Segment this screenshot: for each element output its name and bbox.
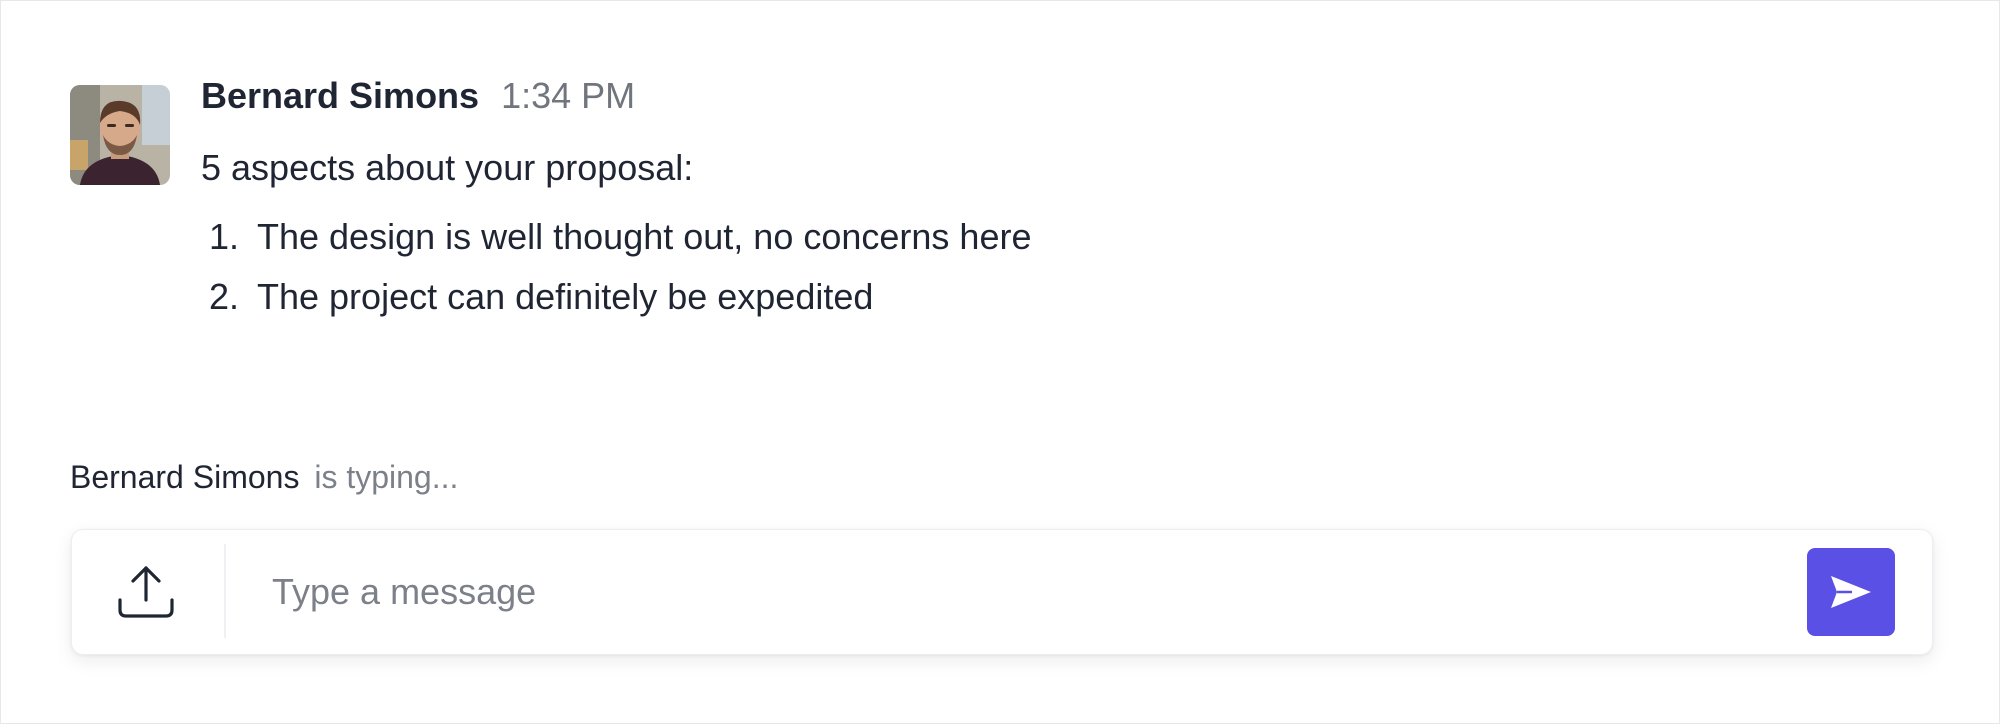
message-timestamp: 1:34 PM [501, 75, 636, 116]
message-composer [71, 529, 1933, 655]
typing-indicator: Bernard Simons is typing... [70, 459, 458, 496]
upload-icon [118, 566, 174, 618]
send-button[interactable] [1807, 548, 1895, 636]
person-avatar-icon [70, 85, 170, 185]
list-item: 1. The design is well thought out, no co… [209, 213, 1031, 273]
list-item-text: The project can definitely be expedited [257, 276, 874, 317]
message-header: Bernard Simons 1:34 PM [201, 75, 635, 125]
typing-user-name: Bernard Simons [70, 459, 300, 495]
upload-button[interactable] [112, 558, 180, 626]
message-author[interactable]: Bernard Simons [201, 75, 479, 117]
message-input[interactable] [272, 560, 1772, 624]
message-list: 1. The design is well thought out, no co… [209, 213, 1031, 333]
message-intro: 5 aspects about your proposal: [201, 147, 694, 188]
list-item-text: The design is well thought out, no conce… [257, 216, 1032, 257]
avatar[interactable] [70, 85, 170, 185]
list-item-number: 1. [209, 216, 240, 257]
chat-panel: Bernard Simons 1:34 PM 5 aspects about y… [0, 0, 2000, 724]
list-item: 2. The project can definitely be expedit… [209, 273, 1031, 333]
send-icon [1831, 576, 1871, 608]
composer-divider [224, 544, 226, 638]
list-item-number: 2. [209, 276, 240, 317]
typing-status: is typing... [314, 459, 459, 495]
